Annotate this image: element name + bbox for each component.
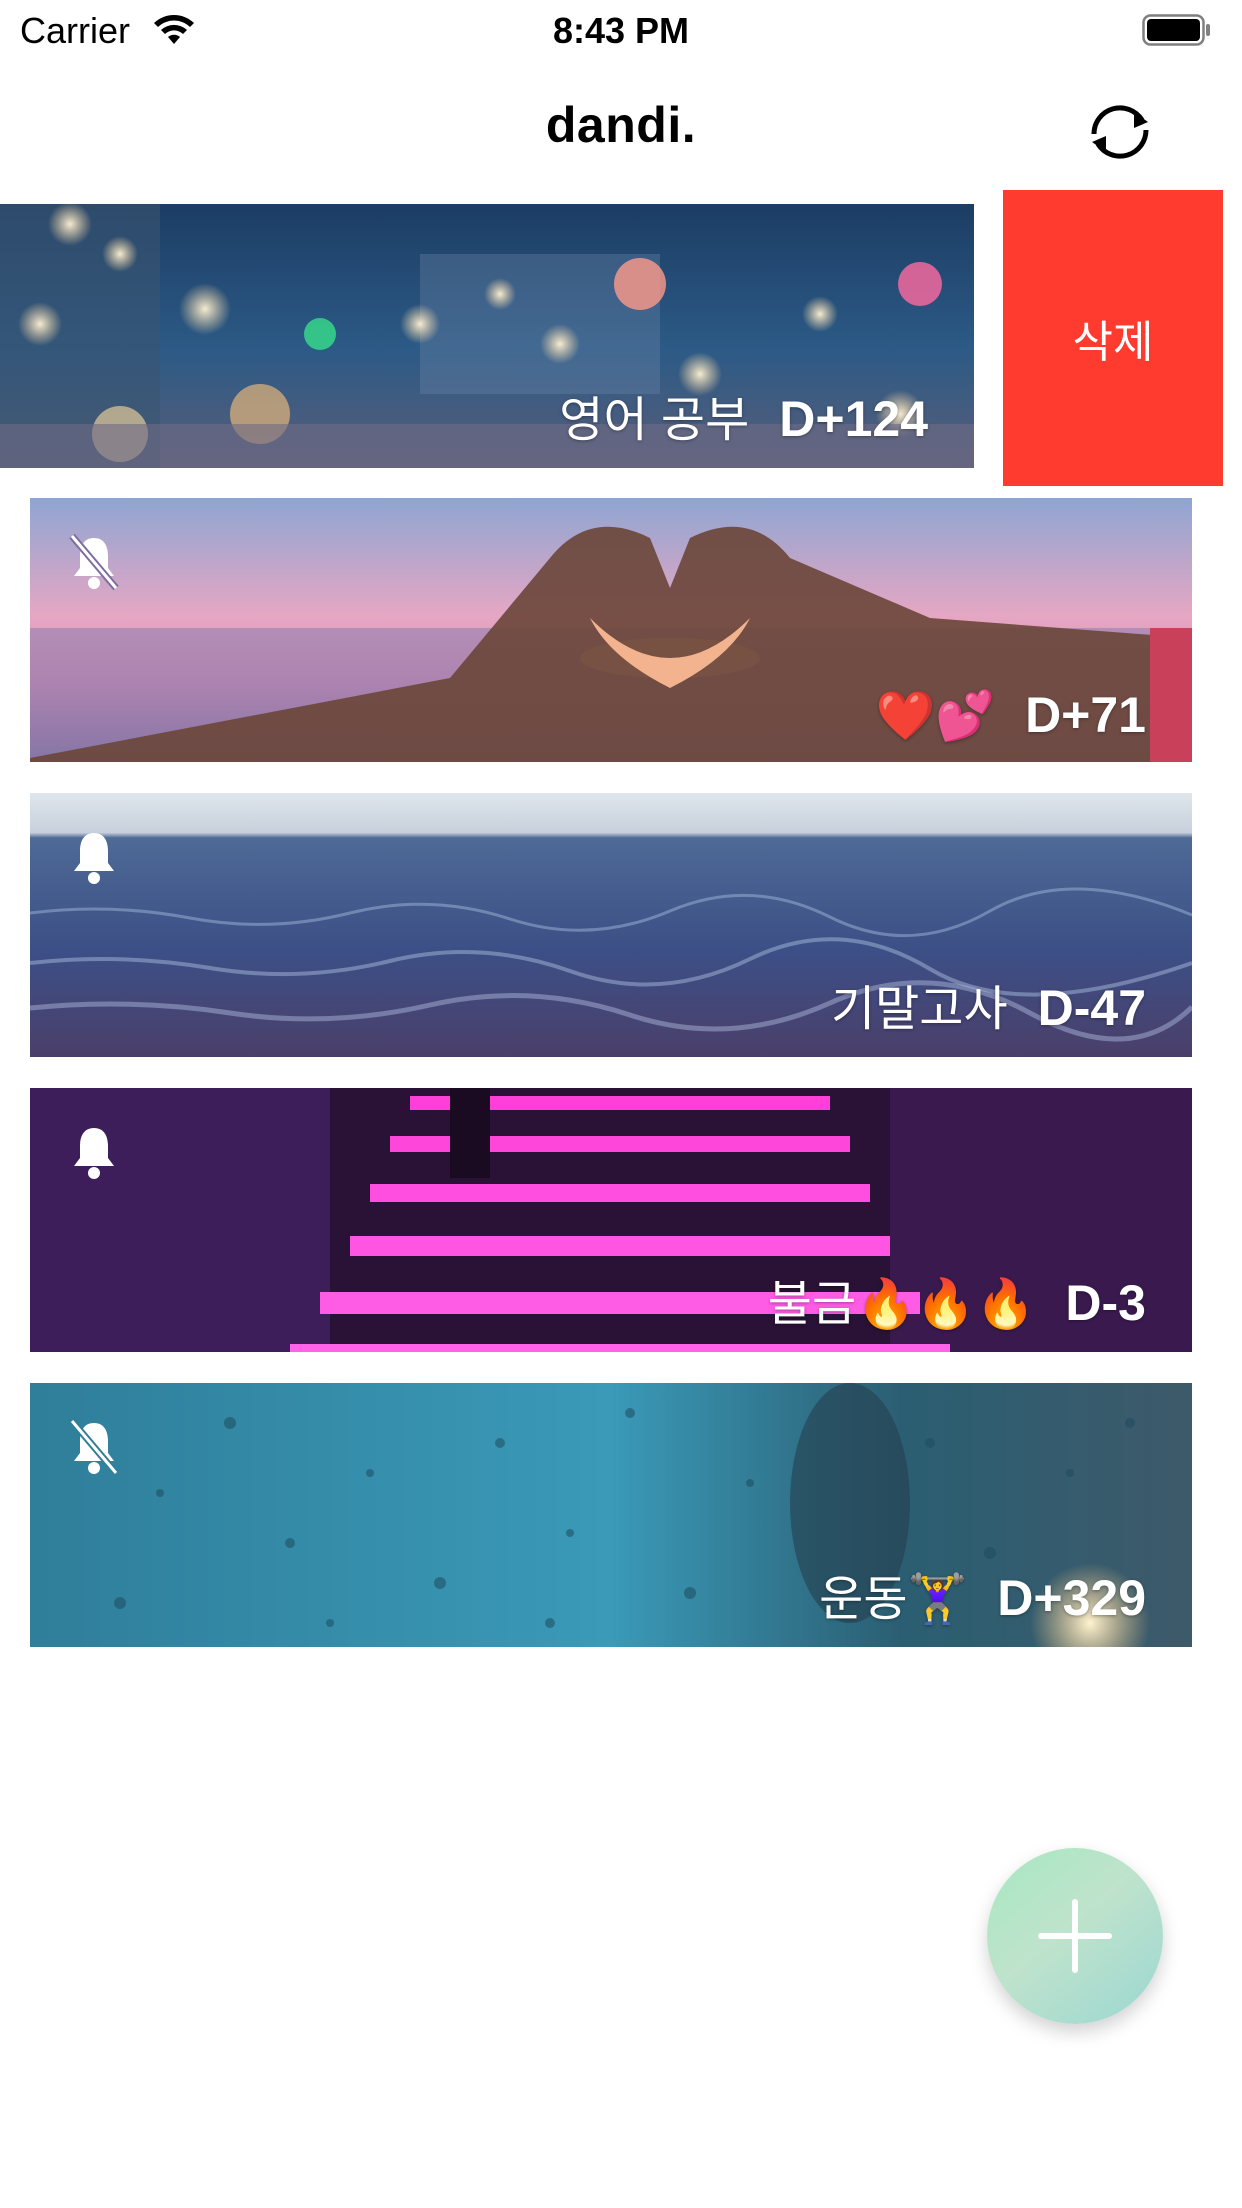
battery-icon bbox=[1142, 14, 1210, 46]
plus-icon bbox=[1038, 1899, 1112, 1973]
bell-slash-icon[interactable] bbox=[66, 532, 122, 592]
status-time: 8:43 PM bbox=[552, 10, 690, 51]
dday-card[interactable]: 불금🔥🔥🔥 D-3 bbox=[30, 1088, 1192, 1352]
delete-button[interactable]: 삭제 bbox=[1003, 190, 1223, 486]
card-dday: D-47 bbox=[1037, 980, 1146, 1036]
card-title: 불금🔥🔥🔥 bbox=[767, 1278, 1036, 1331]
bell-icon[interactable] bbox=[66, 1122, 122, 1182]
card-title: 운동🏋️‍♀️ bbox=[819, 1573, 968, 1626]
card-title: 기말고사 bbox=[830, 983, 1008, 1036]
card-dday: D-3 bbox=[1065, 1275, 1146, 1331]
bell-slash-icon[interactable] bbox=[66, 1417, 122, 1477]
app-title: dandi. bbox=[545, 97, 697, 153]
card-caption: 영어 공부 D+124 bbox=[559, 380, 928, 450]
dday-card[interactable]: 영어 공부 D+124 bbox=[0, 204, 974, 468]
bell-icon[interactable] bbox=[66, 827, 122, 887]
dday-card[interactable]: ❤️💕 D+71 bbox=[30, 498, 1192, 762]
card-title: 영어 공부 bbox=[559, 394, 750, 447]
dday-card[interactable]: 운동🏋️‍♀️ D+329 bbox=[30, 1383, 1192, 1647]
card-dday: D+71 bbox=[1025, 687, 1146, 743]
card-caption: 불금🔥🔥🔥 D-3 bbox=[768, 1264, 1146, 1334]
card-title: ❤️💕 bbox=[875, 690, 996, 743]
card-caption: 운동🏋️‍♀️ D+329 bbox=[819, 1559, 1146, 1629]
card-dday: D+329 bbox=[997, 1570, 1146, 1626]
card-caption: ❤️💕 D+71 bbox=[876, 686, 1146, 744]
status-bar: Carrier 8:43 PM bbox=[0, 0, 1242, 62]
refresh-icon[interactable] bbox=[1080, 92, 1160, 172]
dday-card[interactable]: 기말고사 D-47 bbox=[30, 793, 1192, 1057]
card-caption: 기말고사 D-47 bbox=[831, 969, 1146, 1039]
add-button[interactable] bbox=[987, 1848, 1163, 2024]
card-dday: D+124 bbox=[779, 391, 928, 447]
